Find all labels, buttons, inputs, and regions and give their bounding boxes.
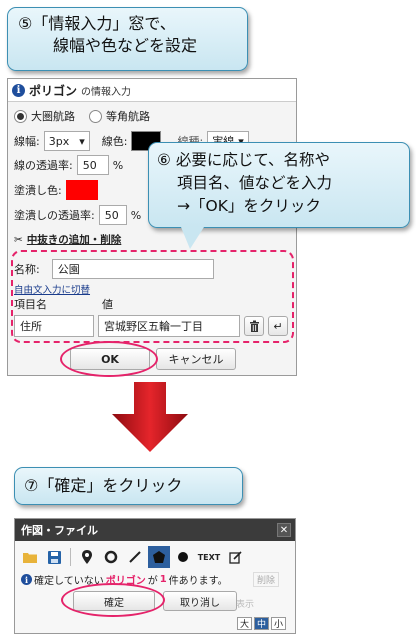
fill-color-label: 塗潰し色: (14, 184, 62, 197)
size-small-button[interactable]: 小 (271, 617, 286, 630)
step5-callout: ⑤「情報入力」窓で、 線幅や色などを設定 (7, 7, 248, 71)
polygon-icon[interactable] (148, 546, 170, 568)
freetext-row: 自由文入力に切替 (14, 282, 90, 296)
marker-icon[interactable] (76, 546, 98, 568)
dialog-title-bold: ポリゴン (29, 83, 78, 98)
value-header: 値 (102, 298, 113, 311)
step6-line3: →「OK」をクリック (177, 197, 321, 215)
size-medium-button[interactable]: 中 (254, 617, 269, 630)
name-input[interactable]: 公園 (51, 259, 214, 279)
step7-callout: ⑦「確定」をクリック (14, 467, 243, 505)
name-label: 名称: (14, 263, 40, 276)
drawing-file-panel: 作図・ファイル ✕ TEXT i 確定していない ポリゴン が 1 件あります。… (14, 518, 296, 634)
fill-opacity-row: 塗潰しの透過率: 50 % (14, 205, 141, 225)
panel-title: 作図・ファイル (21, 524, 98, 537)
fill-color-row: 塗潰し色: (14, 180, 98, 200)
trash-icon[interactable] (244, 316, 264, 336)
line-opacity-label: 線の透過率: (14, 159, 73, 172)
size-large-button[interactable]: 大 (237, 617, 252, 630)
step5-line2: 線幅や色などを設定 (53, 36, 198, 55)
close-icon[interactable]: ✕ (277, 523, 291, 537)
panel-title-bar: 作図・ファイル ✕ (15, 519, 295, 541)
folder-icon[interactable] (19, 546, 41, 568)
delete-button-faded: 削除 (253, 572, 280, 587)
fill-opacity-label: 塗潰しの透過率: (14, 209, 95, 222)
status-text-post: 件あります。 (168, 576, 228, 587)
route-radio-row: 大圏航路 等角航路 (14, 108, 150, 124)
line-width-select[interactable]: 3px ▾ (43, 131, 90, 151)
ok-highlight-oval (60, 341, 158, 377)
name-row: 名称: 公園 (14, 259, 214, 279)
step5-line1: ⑤「情報入力」窓で、 (18, 14, 176, 33)
great-circle-radio[interactable] (14, 109, 27, 123)
down-arrow-icon (112, 382, 188, 452)
text-tool-icon[interactable]: TEXT (196, 546, 222, 568)
chevron-down-icon: ▾ (79, 134, 85, 148)
freetext-toggle-link[interactable]: 自由文入力に切替 (14, 282, 90, 296)
fill-color-swatch[interactable] (65, 180, 98, 200)
toolbar-divider (70, 548, 71, 566)
edit-icon[interactable] (224, 546, 246, 568)
line-width-label: 線幅: (14, 135, 40, 148)
status-count: 1 (159, 574, 167, 585)
rhumb-line-radio[interactable] (89, 109, 102, 123)
undo-label: 取り消し (180, 597, 220, 609)
drawing-toolbar: TEXT (15, 541, 295, 573)
item-name-input[interactable]: 住所 (14, 315, 94, 337)
step7-text: ⑦「確定」をクリック (24, 476, 183, 495)
circle-icon[interactable] (100, 546, 122, 568)
percent-label: % (112, 158, 124, 172)
cutout-link[interactable]: 中抜きの追加・削除 (27, 232, 122, 247)
attribute-row: 住所 宮城野区五輪一丁目 ↵ (14, 315, 288, 337)
info-icon: i (21, 574, 32, 585)
cancel-label: キャンセル (168, 353, 224, 366)
step6-callout: ⑥ 必要に応じて、名称や 項目名、値などを入力 →「OK」をクリック (148, 142, 410, 249)
status-text-mid: が (147, 576, 158, 587)
fill-opacity-input[interactable]: 50 (98, 205, 127, 225)
cancel-button[interactable]: キャンセル (156, 348, 236, 370)
save-icon[interactable] (43, 546, 65, 568)
percent-label: % (130, 208, 142, 222)
scissors-icon: ✂ (14, 233, 23, 246)
info-icon: i (12, 83, 25, 97)
item-value-input[interactable]: 宮城野区五輪一丁目 (98, 315, 240, 337)
step6-line2: 項目名、値などを入力 (177, 174, 333, 192)
attribute-header-row: 項目名 値 (14, 296, 113, 312)
cutout-row: ✂ 中抜きの追加・削除 (14, 232, 121, 247)
confirm-highlight-oval (61, 583, 165, 617)
undo-button[interactable]: 取り消し (163, 591, 237, 611)
great-circle-label: 大圏航路 (31, 110, 75, 123)
item-header: 項目名 (14, 298, 47, 311)
add-row-icon[interactable]: ↵ (268, 316, 288, 336)
rhumb-line-label: 等角航路 (106, 110, 150, 123)
line-opacity-input[interactable]: 50 (76, 155, 109, 175)
step6-line1: ⑥ 必要に応じて、名称や (157, 151, 331, 169)
line-width-value: 3px (48, 134, 70, 148)
dialog-title-rest: の情報入力 (81, 86, 132, 98)
line-color-label: 線色: (101, 135, 128, 148)
filled-circle-icon[interactable] (172, 546, 194, 568)
line-icon[interactable] (124, 546, 146, 568)
dialog-title-bar: i ポリゴン の情報入力 (8, 79, 296, 102)
line-opacity-row: 線の透過率: 50 % (14, 155, 123, 175)
